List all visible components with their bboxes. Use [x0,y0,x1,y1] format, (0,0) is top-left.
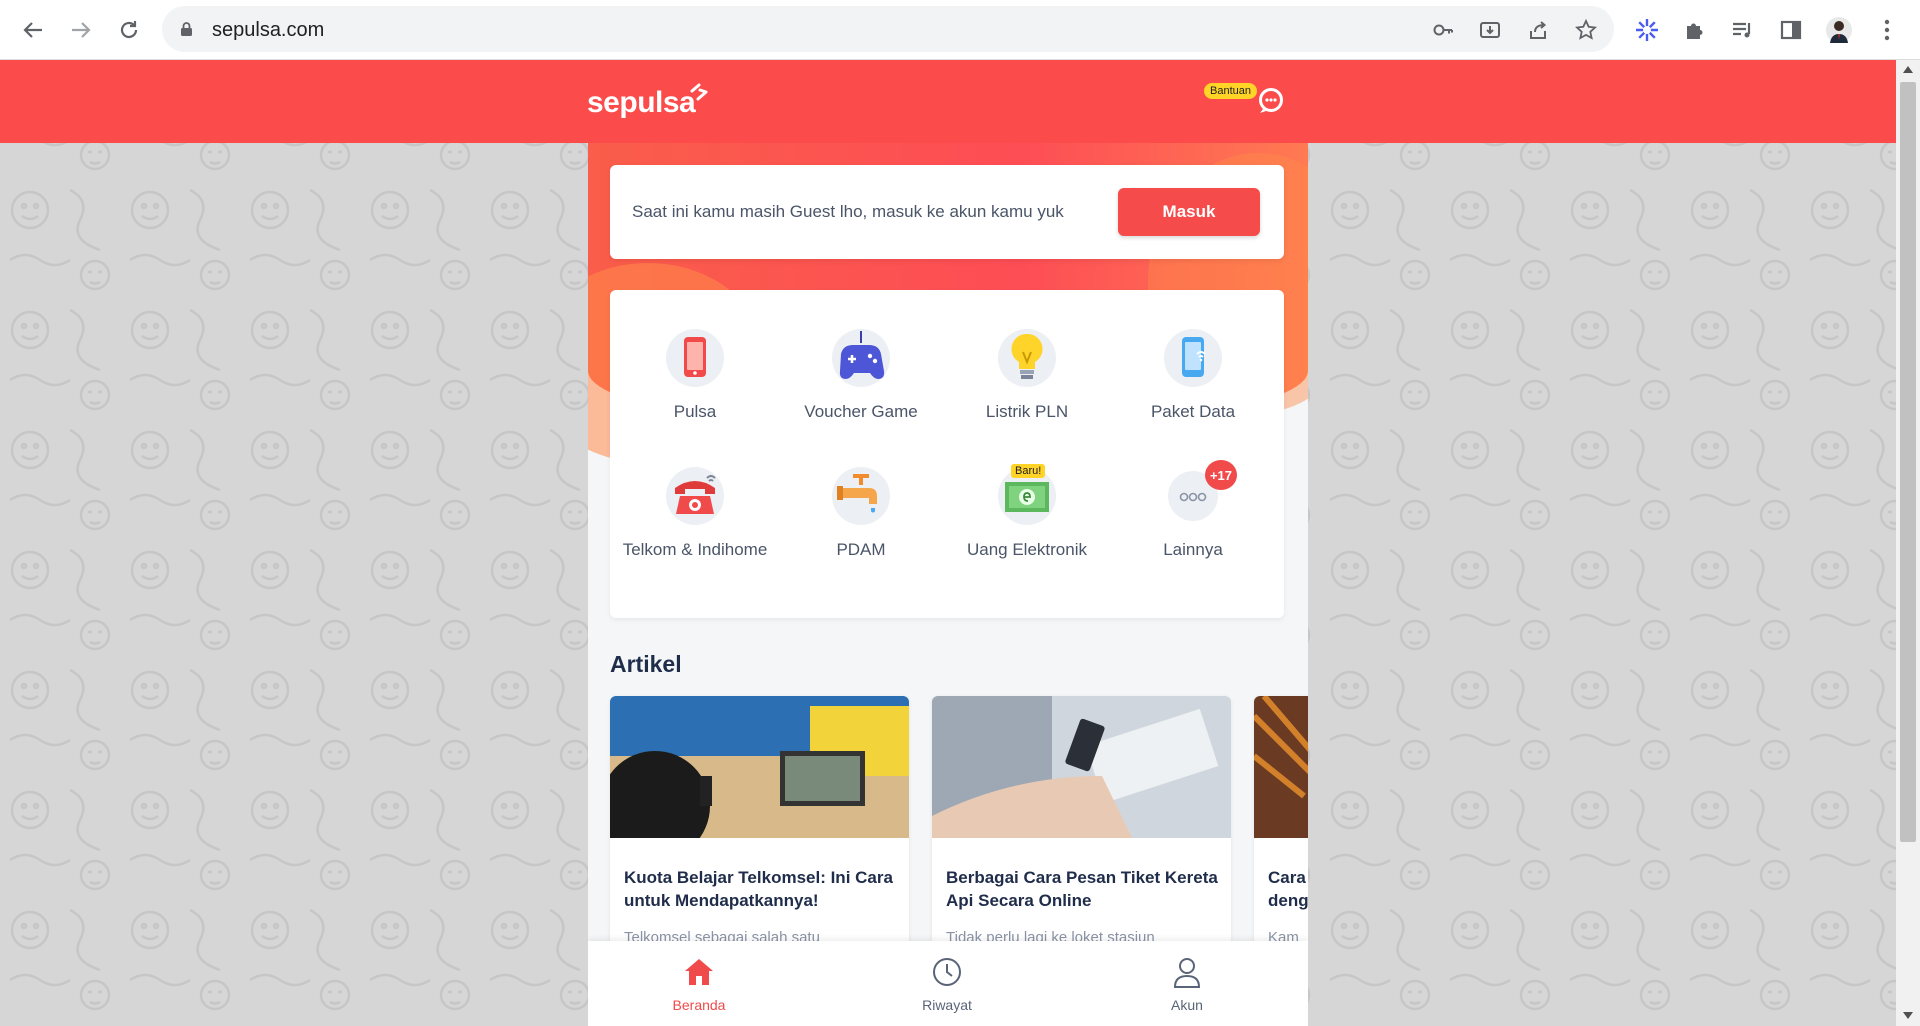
scroll-down-arrow-icon[interactable] [1903,1012,1913,1019]
service-label: Telkom & Indihome [622,540,768,559]
key-icon[interactable] [1430,17,1456,43]
chat-support-icon [1259,88,1283,113]
nav-riwayat[interactable]: Riwayat [887,955,1007,1013]
user-account-icon [1127,955,1247,989]
article-image-partial [1254,696,1308,838]
service-label: Pulsa [673,402,717,421]
count-badge: +17 [1205,460,1237,490]
water-faucet-icon [831,466,891,526]
articles-heading: Artikel [610,651,682,677]
telephone-icon [665,466,725,526]
address-bar[interactable]: sepulsa.com [162,6,1614,52]
scroll-thumb[interactable] [1900,82,1916,842]
logo-swirl-icon [690,83,708,101]
browser-toolbar: sepulsa.com [0,0,1920,60]
help-label: Bantuan [1204,83,1257,99]
menu-kebab-icon[interactable] [1872,15,1902,45]
guest-login-banner: Saat ini kamu masih Guest lho, masuk ke … [610,165,1284,259]
phone-icon [665,328,725,388]
service-label: Listrik PLN [985,402,1069,421]
profile-avatar-icon[interactable] [1824,15,1854,45]
lock-icon[interactable] [180,21,193,42]
services-grid: Pulsa Voucher Game Listrik PLN Paket Dat… [610,290,1284,618]
bookmark-star-icon[interactable] [1573,17,1599,43]
service-voucher-game[interactable]: Voucher Game [778,328,944,423]
service-uang-elektronik[interactable]: Baru! Uang Elektronik [944,464,1110,561]
web-page: sepulsa Bantuan Saat ini kamu masih Gues… [0,60,1896,1026]
nav-label: Akun [1171,997,1203,1013]
mobile-data-icon [1163,328,1223,388]
service-listrik-pln[interactable]: Listrik PLN [944,328,1110,423]
url-text[interactable]: sepulsa.com [212,19,324,42]
home-icon [639,955,759,989]
login-button[interactable]: Masuk [1118,188,1260,236]
back-arrow-icon[interactable] [17,14,49,46]
bottom-navigation: Beranda Riwayat Akun [588,941,1308,1026]
article-image-train-ticket [932,696,1231,838]
site-header: sepulsa Bantuan [0,60,1896,143]
guest-message: Saat ini kamu masih Guest lho, masuk ke … [632,202,1064,221]
share-icon[interactable] [1525,17,1551,43]
lightbulb-icon [997,328,1057,388]
article-title: Berbagai Cara Pesan Tiket Kereta Api Sec… [946,868,1218,910]
service-lainnya[interactable]: +17 Lainnya [1110,460,1276,561]
gamepad-icon [831,328,891,388]
media-playlist-icon[interactable] [1728,15,1758,45]
extensions-puzzle-icon[interactable] [1680,15,1710,45]
service-label: PDAM [836,540,886,559]
reload-icon[interactable] [113,14,145,46]
service-pulsa[interactable]: Pulsa [612,328,778,423]
history-clock-icon [887,955,1007,989]
nav-label: Beranda [672,997,726,1013]
service-pdam[interactable]: PDAM [778,466,944,561]
more-dots-icon: +17 [1163,460,1237,526]
service-label: Paket Data [1150,402,1236,421]
side-panel-icon[interactable] [1776,15,1806,45]
service-label: Lainnya [1163,540,1223,559]
service-label: Voucher Game [804,402,918,421]
service-telkom-indihome[interactable]: Telkom & Indihome [612,466,778,561]
article-title: Cara deng [1268,868,1308,910]
help-button[interactable]: Bantuan [1204,82,1290,122]
article-title: Kuota Belajar Telkomsel: Ini Cara untuk … [624,868,893,910]
install-icon[interactable] [1477,17,1503,43]
service-label: Uang Elektronik [966,540,1087,559]
new-badge: Baru! [1011,464,1046,478]
main-column: Saat ini kamu masih Guest lho, masuk ke … [588,143,1308,1026]
scroll-up-arrow-icon[interactable] [1903,66,1913,73]
article-image-online-learning [610,696,909,861]
e-money-icon: Baru! [997,464,1057,526]
article-card[interactable]: Kuota Belajar Telkomsel: Ini Cara untuk … [610,696,909,956]
article-card[interactable]: Berbagai Cara Pesan Tiket Kereta Api Sec… [932,696,1231,956]
nav-label: Riwayat [922,997,972,1013]
nav-akun[interactable]: Akun [1127,955,1247,1013]
page-scrollbar[interactable] [1896,60,1920,1026]
extension-sparkle-icon[interactable] [1632,15,1662,45]
article-card[interactable]: Cara deng Kam [1254,696,1308,956]
forward-arrow-icon[interactable] [65,14,97,46]
service-paket-data[interactable]: Paket Data [1110,328,1276,423]
nav-beranda[interactable]: Beranda [639,955,759,1013]
sepulsa-logo[interactable]: sepulsa [587,74,727,124]
